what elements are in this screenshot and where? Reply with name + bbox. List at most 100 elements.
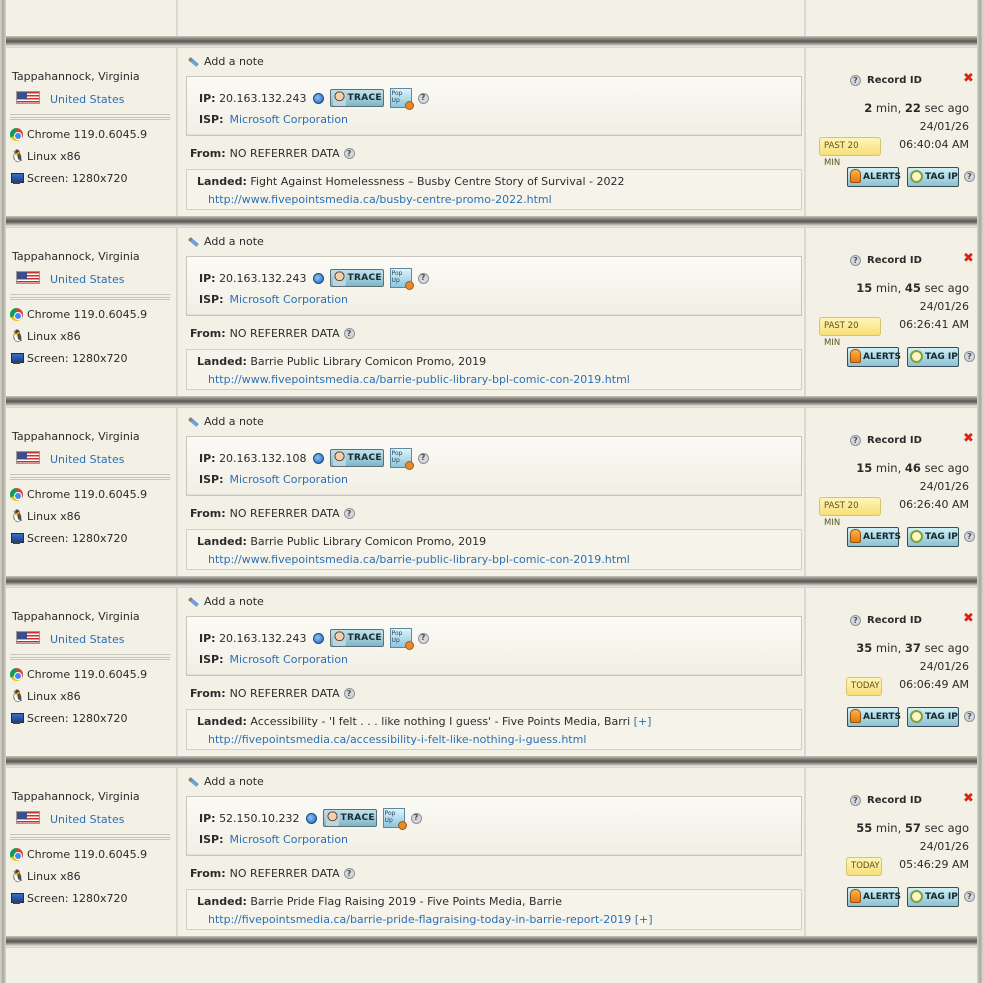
delete-x-icon[interactable]: ✖ <box>963 612 974 625</box>
help-icon[interactable]: ? <box>964 531 975 542</box>
help-icon[interactable]: ? <box>417 452 429 464</box>
help-icon[interactable]: ? <box>343 688 355 699</box>
record-id: ? Record ID <box>850 795 922 806</box>
location-country-link[interactable]: United States <box>50 273 125 286</box>
tag-ip-button[interactable]: TAG IP <box>907 347 959 367</box>
trace-label: TRACE <box>347 93 382 103</box>
tag-ip-button[interactable]: TAG IP <box>907 527 959 547</box>
ip-lookup-icon[interactable] <box>312 92 324 104</box>
popup-button[interactable]: Pop Up <box>382 808 407 830</box>
record-id-label: Record ID <box>867 75 922 86</box>
help-icon[interactable]: ? <box>417 272 429 284</box>
row-separator <box>6 936 977 948</box>
expand-url-link[interactable]: [+] <box>635 913 653 926</box>
record-id: ? Record ID <box>850 435 922 446</box>
recency-badge: PAST 20 MIN <box>819 137 881 168</box>
browser-version: Chrome 119.0.6045.9 <box>27 848 148 861</box>
help-icon[interactable]: ? <box>964 351 975 362</box>
delete-x-icon[interactable]: ✖ <box>963 432 974 445</box>
landing-page-box: Landed: Accessibility - 'I felt . . . li… <box>186 709 802 750</box>
isp-link[interactable]: Microsoft Corporation <box>229 293 348 306</box>
location-country-link[interactable]: United States <box>50 453 125 466</box>
ip-lookup-icon[interactable] <box>312 632 324 644</box>
record-id: ? Record ID <box>850 75 922 86</box>
visit-date: 24/01/26 <box>919 660 969 673</box>
landed-url-link[interactable]: http://www.fivepointsmedia.ca/barrie-pub… <box>208 553 630 566</box>
help-icon[interactable]: ? <box>964 891 975 902</box>
landed-url-link[interactable]: http://www.fivepointsmedia.ca/busby-cent… <box>208 193 552 206</box>
help-icon[interactable]: ? <box>850 75 861 86</box>
add-note-link[interactable]: Add a note <box>186 415 264 428</box>
delete-x-icon[interactable]: ✖ <box>963 72 974 85</box>
tag-ip-button[interactable]: TAG IP <box>907 167 959 187</box>
help-icon[interactable]: ? <box>343 868 355 879</box>
landed-url-link[interactable]: http://www.fivepointsmedia.ca/barrie-pub… <box>208 373 630 386</box>
divider <box>10 834 170 840</box>
trace-button[interactable]: TRACE <box>329 629 384 647</box>
ip-info-box: IP: 20.163.132.243 TRACE Pop Up ? ISP: M… <box>186 76 802 136</box>
ip-lookup-icon[interactable] <box>312 452 324 464</box>
delete-x-icon[interactable]: ✖ <box>963 792 974 805</box>
help-icon[interactable]: ? <box>343 508 355 519</box>
help-icon[interactable]: ? <box>417 632 429 644</box>
landed-url-link[interactable]: http://fivepointsmedia.ca/barrie-pride-f… <box>208 913 631 926</box>
trace-face-icon <box>325 811 339 826</box>
help-icon[interactable]: ? <box>964 171 975 182</box>
help-icon[interactable]: ? <box>850 255 861 266</box>
trace-button[interactable]: TRACE <box>329 269 384 287</box>
tag-ip-button[interactable]: TAG IP <box>907 707 959 727</box>
isp-link[interactable]: Microsoft Corporation <box>229 653 348 666</box>
expand-title-link[interactable]: [+] <box>634 715 652 728</box>
isp-link[interactable]: Microsoft Corporation <box>229 113 348 126</box>
right-frame-border <box>977 0 983 983</box>
trace-button[interactable]: TRACE <box>329 89 384 107</box>
os-name: Linux x86 <box>27 330 81 343</box>
delete-x-icon[interactable]: ✖ <box>963 252 974 265</box>
linux-penguin-icon: 🐧 <box>10 509 25 523</box>
isp-link[interactable]: Microsoft Corporation <box>229 473 348 486</box>
help-icon[interactable]: ? <box>964 711 975 722</box>
tag-ip-button[interactable]: TAG IP <box>907 887 959 907</box>
add-note-link[interactable]: Add a note <box>186 595 264 608</box>
help-icon[interactable]: ? <box>417 92 429 104</box>
help-icon[interactable]: ? <box>850 795 861 806</box>
alerts-button[interactable]: ALERTS <box>847 167 901 187</box>
alerts-button[interactable]: ALERTS <box>847 707 901 727</box>
trace-label: TRACE <box>340 813 375 823</box>
referrer-line: From: NO REFERRER DATA ? <box>190 867 355 880</box>
browser-version: Chrome 119.0.6045.9 <box>27 668 148 681</box>
alerts-button[interactable]: ALERTS <box>847 887 901 907</box>
ip-lookup-icon[interactable] <box>312 272 324 284</box>
help-icon[interactable]: ? <box>850 435 861 446</box>
popup-button[interactable]: Pop Up <box>389 628 414 650</box>
help-icon[interactable]: ? <box>410 812 422 824</box>
isp-link[interactable]: Microsoft Corporation <box>229 833 348 846</box>
tag-icon <box>910 710 923 723</box>
ip-label: IP: <box>199 451 216 465</box>
location-country-link[interactable]: United States <box>50 813 125 826</box>
add-note-link[interactable]: Add a note <box>186 55 264 68</box>
alerts-button[interactable]: ALERTS <box>847 527 901 547</box>
landed-url-line: http://www.fivepointsmedia.ca/barrie-pub… <box>208 553 630 566</box>
trace-button[interactable]: TRACE <box>322 809 377 827</box>
add-note-link[interactable]: Add a note <box>186 775 264 788</box>
popup-button[interactable]: Pop Up <box>389 88 414 110</box>
os-name: Linux x86 <box>27 510 81 523</box>
visit-date: 24/01/26 <box>919 300 969 313</box>
popup-button[interactable]: Pop Up <box>389 268 414 290</box>
location-country-link[interactable]: United States <box>50 633 125 646</box>
add-note-link[interactable]: Add a note <box>186 235 264 248</box>
ip-lookup-icon[interactable] <box>305 812 317 824</box>
ago-seconds: 37 <box>904 641 921 655</box>
popup-label: Pop Up <box>391 450 403 464</box>
help-icon[interactable]: ? <box>343 148 355 159</box>
ago-minutes: 15 <box>856 461 873 475</box>
help-icon[interactable]: ? <box>850 615 861 626</box>
popup-button[interactable]: Pop Up <box>389 448 414 470</box>
alerts-button[interactable]: ALERTS <box>847 347 901 367</box>
add-note-label: Add a note <box>204 235 264 248</box>
location-country-link[interactable]: United States <box>50 93 125 106</box>
help-icon[interactable]: ? <box>343 328 355 339</box>
landed-url-link[interactable]: http://fivepointsmedia.ca/accessibility-… <box>208 733 586 746</box>
trace-button[interactable]: TRACE <box>329 449 384 467</box>
